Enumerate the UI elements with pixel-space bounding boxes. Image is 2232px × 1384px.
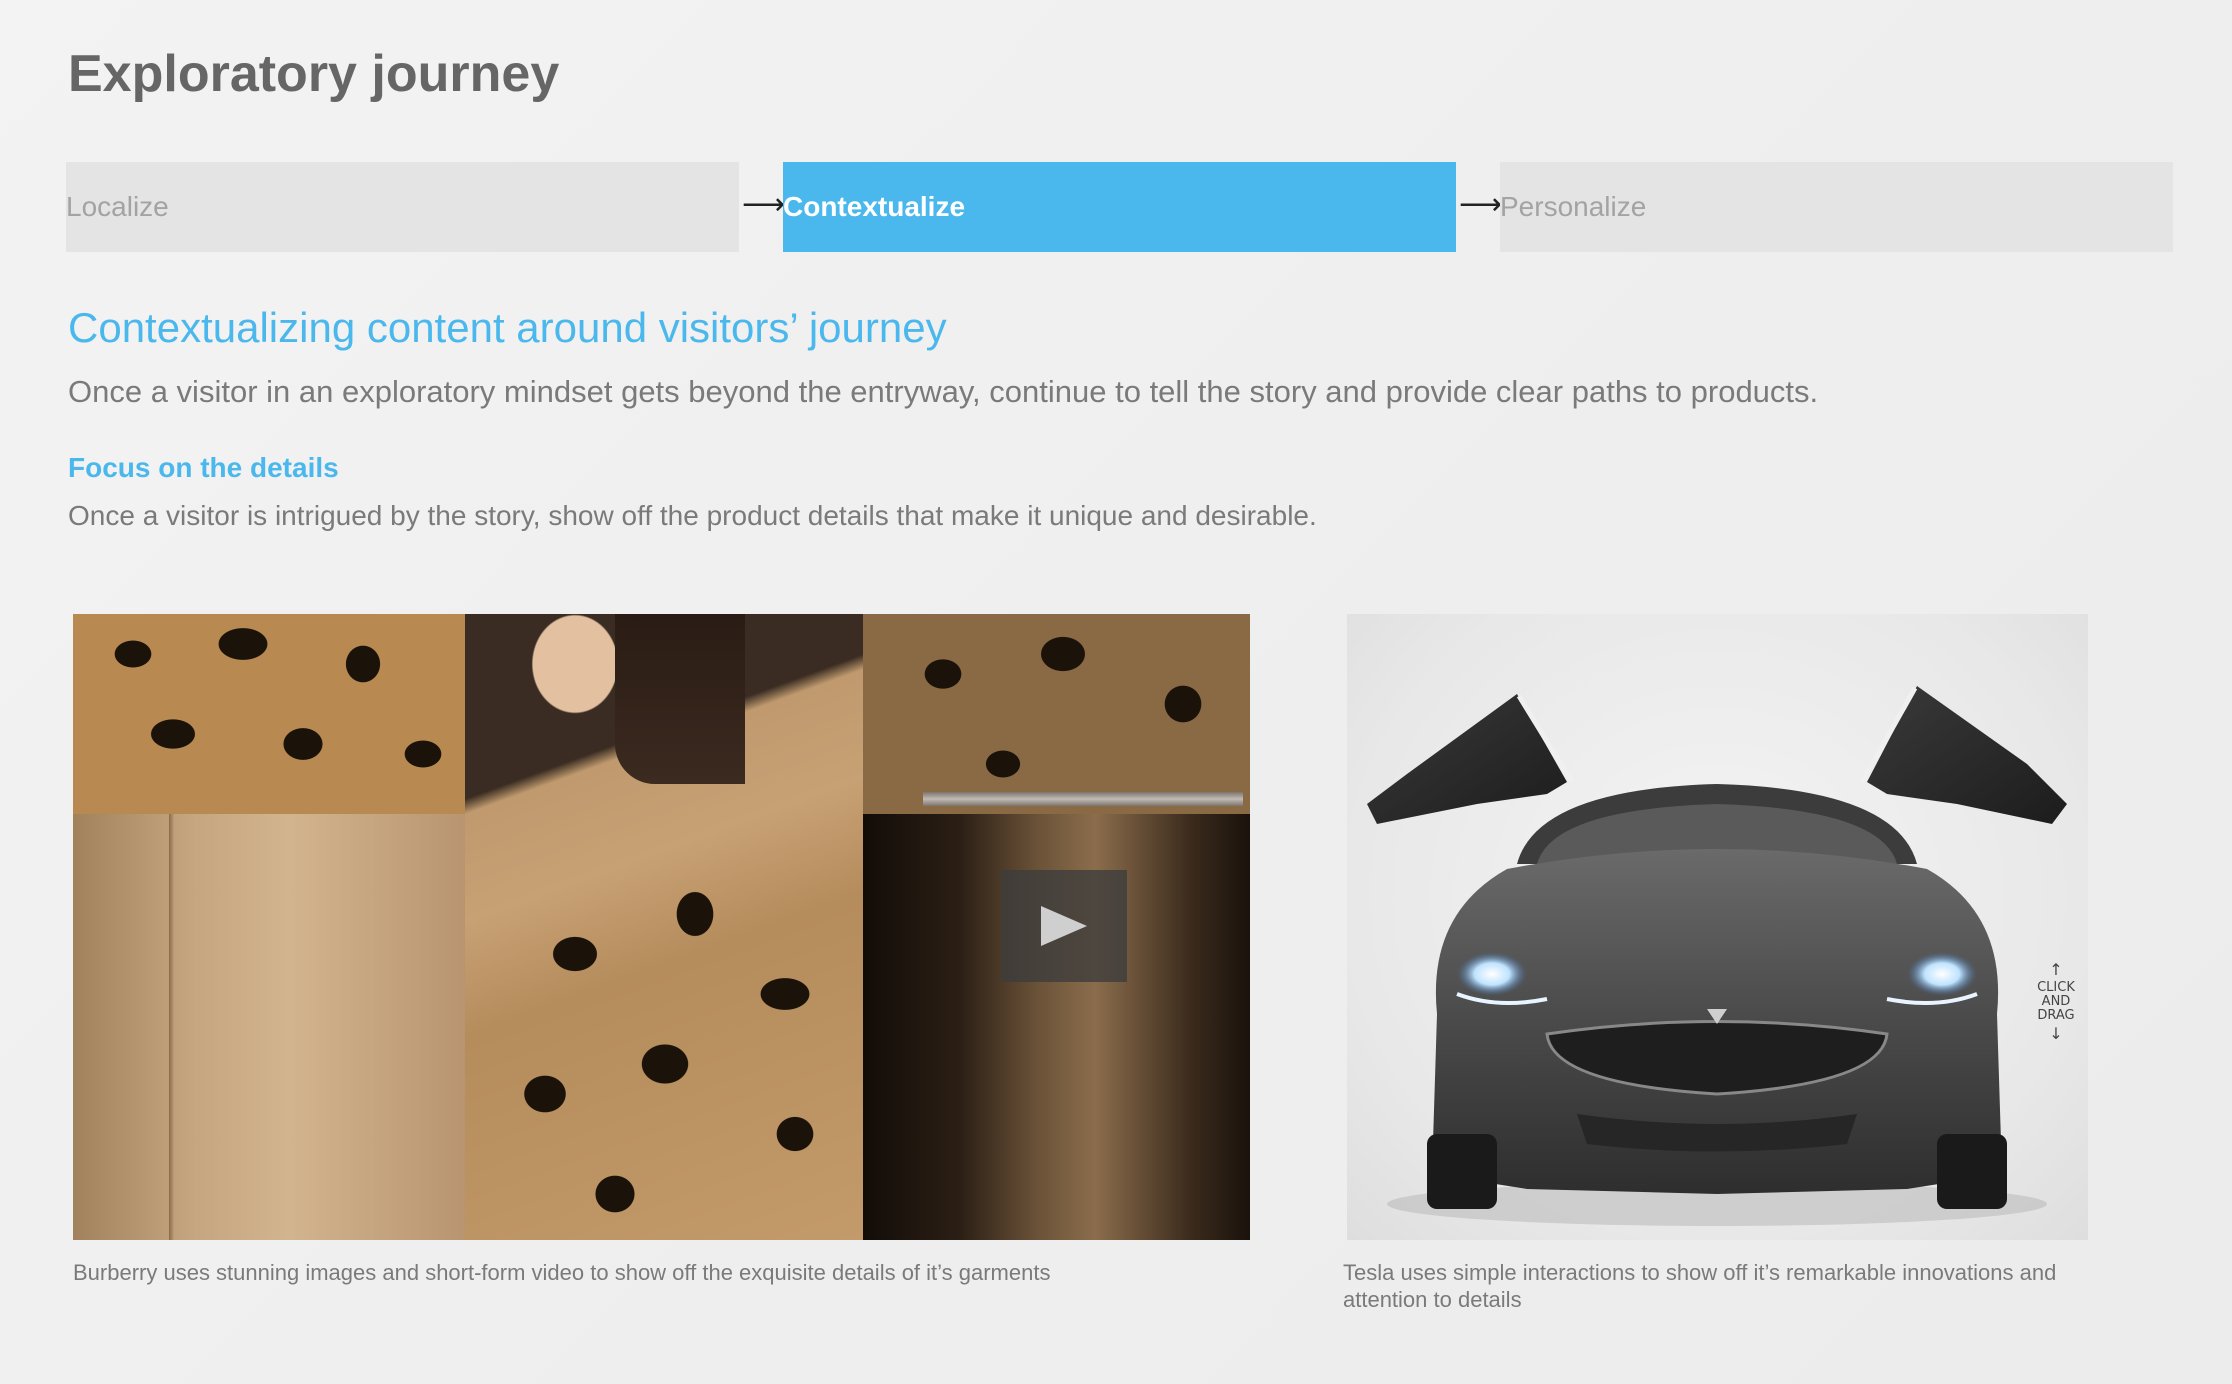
burberry-video-panel[interactable] xyxy=(73,614,1250,1240)
focus-body: Once a visitor is intrigued by the story… xyxy=(68,500,1317,531)
step-contextualize[interactable]: Contextualize xyxy=(783,162,1456,252)
arrow-up-icon: ↑ xyxy=(2049,960,2063,979)
step-label: Localize xyxy=(66,191,169,222)
car-image xyxy=(1367,686,2067,1226)
step-label: Personalize xyxy=(1500,191,1647,222)
drag-hint: ↑ CLICK AND DRAG ↓ xyxy=(2029,959,2083,1045)
step-label: Contextualize xyxy=(783,191,966,222)
tesla-interactive-panel[interactable]: ↑ CLICK AND DRAG ↓ xyxy=(1347,614,2088,1240)
arrow-down-icon: ↓ xyxy=(2049,1024,2063,1043)
play-icon[interactable] xyxy=(1001,870,1127,982)
section-subtitle: Contextualizing content around visitors’… xyxy=(68,304,947,351)
tesla-caption: Tesla uses simple interactions to show o… xyxy=(1343,1260,2057,1312)
arrow-right-icon: ⟶ xyxy=(1459,188,1503,221)
step-personalize[interactable]: Personalize xyxy=(1500,162,2173,252)
page-title: Exploratory journey xyxy=(68,45,560,103)
burberry-caption: Burberry uses stunning images and short-… xyxy=(73,1260,1051,1285)
section-lead: Once a visitor in an exploratory mindset… xyxy=(68,374,1819,409)
step-localize[interactable]: Localize xyxy=(66,162,739,252)
arrow-right-icon: ⟶ xyxy=(742,188,786,221)
focus-heading: Focus on the details xyxy=(68,452,339,483)
burberry-image-model-profile xyxy=(465,614,863,1240)
burberry-image-coat-back xyxy=(73,614,465,1240)
